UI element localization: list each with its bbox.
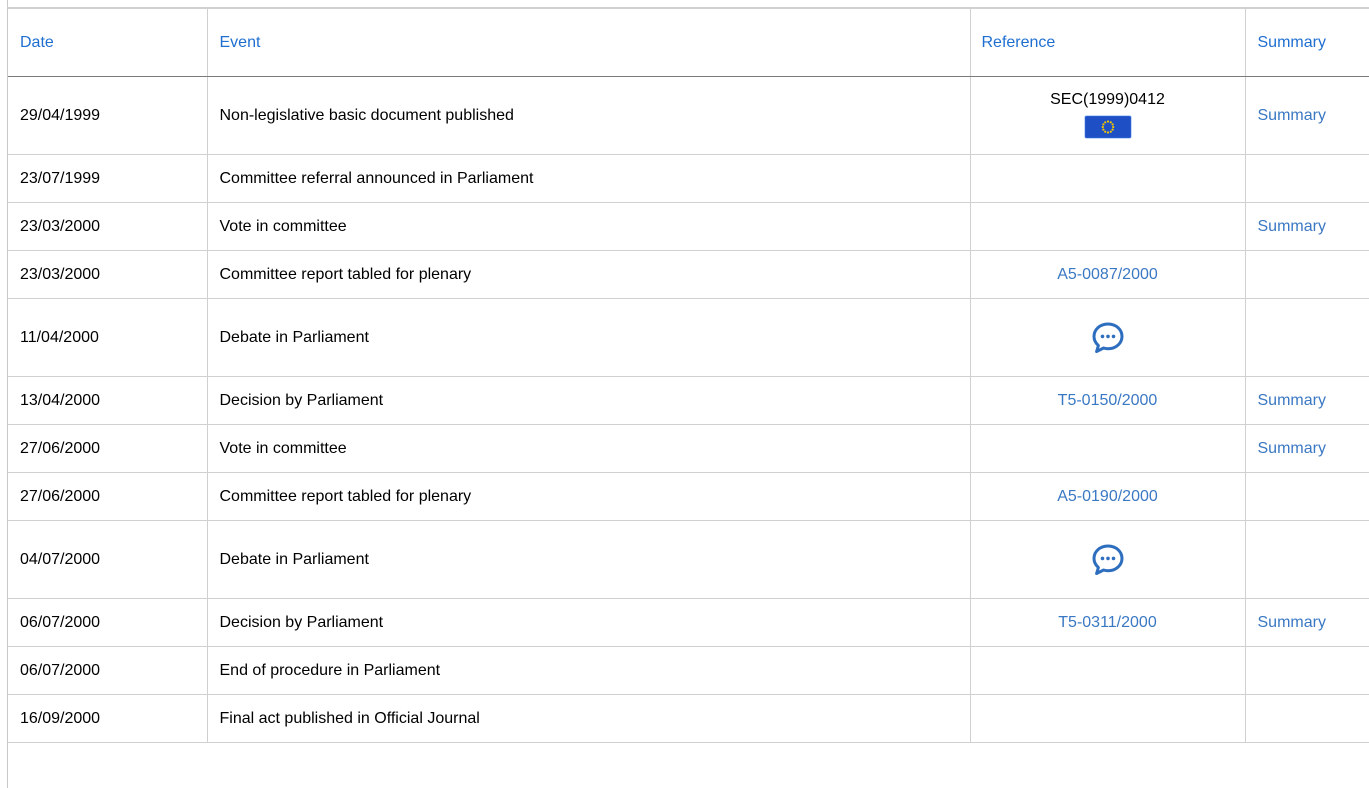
event-summary-cell: Summary — [1244, 76, 1369, 155]
speech-bubble-icon[interactable] — [1091, 543, 1125, 577]
event-name: Debate in Parliament — [206, 298, 971, 377]
event-reference-cell — [969, 424, 1246, 473]
reference-link[interactable]: A5-0190/2000 — [1057, 488, 1158, 505]
table-row: 29/04/1999 Non-legislative basic documen… — [8, 76, 1369, 155]
column-header-event[interactable]: Event — [206, 8, 971, 77]
table-row: 23/07/1999 Committee referral announced … — [8, 154, 1369, 203]
event-name: Final act published in Official Journal — [206, 694, 971, 743]
summary-link[interactable]: Summary — [1258, 218, 1326, 235]
event-name: Decision by Parliament — [206, 376, 971, 425]
event-summary-cell — [1244, 472, 1369, 521]
event-reference-cell — [969, 154, 1246, 203]
summary-link[interactable]: Summary — [1258, 107, 1326, 124]
table-row: 27/06/2000 Committee report tabled for p… — [8, 472, 1369, 521]
event-date: 06/07/2000 — [8, 646, 208, 695]
event-date: 04/07/2000 — [8, 520, 208, 599]
event-date: 11/04/2000 — [8, 298, 208, 377]
event-reference-cell — [969, 298, 1246, 377]
table-body: 29/04/1999 Non-legislative basic documen… — [8, 76, 1369, 743]
table-header-row: Date Event Reference Summary — [8, 8, 1369, 77]
event-date: 23/03/2000 — [8, 250, 208, 299]
event-date: 27/06/2000 — [8, 472, 208, 521]
event-name: Committee referral announced in Parliame… — [206, 154, 971, 203]
summary-link[interactable]: Summary — [1258, 440, 1326, 457]
event-reference-cell — [969, 694, 1246, 743]
table-row: 06/07/2000 Decision by Parliament T5-031… — [8, 598, 1369, 647]
event-date: 29/04/1999 — [8, 76, 208, 155]
event-summary-cell: Summary — [1244, 424, 1369, 473]
event-reference-cell — [969, 202, 1246, 251]
event-name: End of procedure in Parliament — [206, 646, 971, 695]
table-row: 13/04/2000 Decision by Parliament T5-015… — [8, 376, 1369, 425]
event-reference-cell — [969, 646, 1246, 695]
reference-code: SEC(1999)0412 — [1050, 91, 1165, 108]
event-date: 27/06/2000 — [8, 424, 208, 473]
table-row: 11/04/2000 Debate in Parliament — [8, 298, 1369, 377]
reference-link[interactable]: T5-0311/2000 — [1058, 614, 1156, 631]
column-header-reference[interactable]: Reference — [969, 8, 1246, 77]
event-summary-cell — [1244, 646, 1369, 695]
table-row: 23/03/2000 Committee report tabled for p… — [8, 250, 1369, 299]
event-summary-cell — [1244, 694, 1369, 743]
event-date: 23/03/2000 — [8, 202, 208, 251]
event-summary-cell: Summary — [1244, 598, 1369, 647]
table-row: 27/06/2000 Vote in committee Summary — [8, 424, 1369, 473]
table-row: 04/07/2000 Debate in Parliament — [8, 520, 1369, 599]
event-summary-cell — [1244, 520, 1369, 599]
summary-link[interactable]: Summary — [1258, 392, 1326, 409]
event-summary-cell — [1244, 298, 1369, 377]
speech-bubble-icon[interactable] — [1091, 321, 1125, 355]
table-row: 16/09/2000 Final act published in Offici… — [8, 694, 1369, 743]
table-row: 06/07/2000 End of procedure in Parliamen… — [8, 646, 1369, 695]
reference-link[interactable]: T5-0150/2000 — [1058, 392, 1158, 409]
event-name: Vote in committee — [206, 202, 971, 251]
event-summary-cell: Summary — [1244, 202, 1369, 251]
event-name: Debate in Parliament — [206, 520, 971, 599]
event-reference-cell: SEC(1999)0412 — [969, 76, 1246, 155]
event-reference-cell: A5-0190/2000 — [969, 472, 1246, 521]
event-name: Vote in committee — [206, 424, 971, 473]
event-summary-cell: Summary — [1244, 376, 1369, 425]
event-date: 06/07/2000 — [8, 598, 208, 647]
event-date: 23/07/1999 — [8, 154, 208, 203]
event-reference-cell: T5-0311/2000 — [969, 598, 1246, 647]
event-name: Committee report tabled for plenary — [206, 472, 971, 521]
column-header-summary[interactable]: Summary — [1244, 8, 1369, 77]
reference-document: SEC(1999)0412 — [983, 91, 1233, 140]
event-reference-cell: T5-0150/2000 — [969, 376, 1246, 425]
event-reference-cell — [969, 520, 1246, 599]
event-summary-cell — [1244, 154, 1369, 203]
table-row: 23/03/2000 Vote in committee Summary — [8, 202, 1369, 251]
procedure-events-table: Date Event Reference Summary 29/04/1999 … — [8, 8, 1369, 743]
event-summary-cell — [1244, 250, 1369, 299]
summary-link[interactable]: Summary — [1258, 614, 1326, 631]
event-reference-cell: A5-0087/2000 — [969, 250, 1246, 299]
event-date: 16/09/2000 — [8, 694, 208, 743]
event-name: Decision by Parliament — [206, 598, 971, 647]
column-header-date[interactable]: Date — [8, 8, 208, 77]
reference-link[interactable]: A5-0087/2000 — [1057, 266, 1158, 283]
eu-flag-icon[interactable] — [1082, 114, 1134, 140]
event-date: 13/04/2000 — [8, 376, 208, 425]
event-name: Non-legislative basic document published — [206, 76, 971, 155]
event-name: Committee report tabled for plenary — [206, 250, 971, 299]
